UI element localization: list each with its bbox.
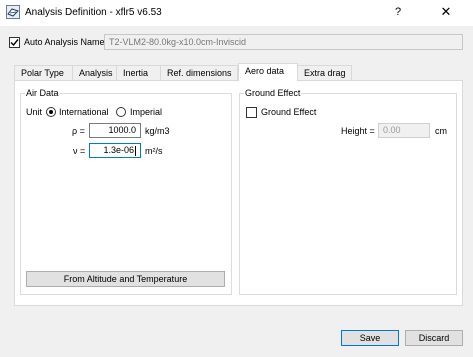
viscosity-unit: m²/s	[145, 146, 163, 156]
window-title: Analysis Definition - xflr5 v6.53	[25, 7, 162, 18]
density-input[interactable]: 1000.0	[89, 123, 141, 138]
title-bar: Analysis Definition - xflr5 v6.53 ? ✕	[0, 0, 473, 26]
tab-ref-dimensions[interactable]: Ref. dimensions	[160, 65, 238, 80]
ground-effect-title: Ground Effect	[244, 88, 302, 98]
height-unit: cm	[435, 126, 447, 136]
ground-effect-checkbox[interactable]	[246, 107, 257, 118]
app-icon	[6, 5, 20, 19]
save-button[interactable]: Save	[341, 330, 399, 346]
viscosity-symbol: ν =	[73, 146, 86, 156]
viscosity-value: 1.3e-06	[103, 145, 134, 155]
text-cursor	[135, 145, 136, 156]
tab-aero-data[interactable]: Aero data	[238, 63, 298, 81]
international-radio[interactable]	[46, 107, 56, 117]
international-label: International	[59, 107, 109, 117]
tab-extra-drag[interactable]: Extra drag	[297, 65, 352, 80]
height-input[interactable]: 0.00	[378, 123, 430, 138]
tab-polar-type[interactable]: Polar Type	[14, 65, 73, 80]
auto-analysis-label: Auto Analysis Name	[24, 37, 105, 47]
height-label: Height =	[341, 126, 375, 136]
analysis-name-field[interactable]: T2-VLM2-80.0kg-x10.0cm-Inviscid	[104, 34, 463, 50]
density-symbol: ρ =	[72, 126, 85, 136]
air-data-title: Air Data	[25, 88, 60, 98]
help-button[interactable]: ?	[390, 4, 406, 20]
checkmark-icon	[10, 39, 19, 47]
tab-analysis[interactable]: Analysis	[72, 65, 117, 80]
from-altitude-temperature-button[interactable]: From Altitude and Temperature	[26, 271, 225, 287]
discard-button[interactable]: Discard	[405, 330, 463, 346]
imperial-radio[interactable]	[116, 107, 126, 117]
auto-analysis-checkbox[interactable]	[9, 37, 20, 48]
tab-inertia[interactable]: Inertia	[116, 65, 161, 80]
close-button[interactable]: ✕	[437, 3, 455, 21]
unit-label: Unit	[26, 107, 43, 117]
imperial-label: Imperial	[130, 107, 163, 117]
ground-effect-label: Ground Effect	[261, 107, 317, 117]
density-unit: kg/m3	[145, 126, 170, 136]
viscosity-input[interactable]: 1.3e-06	[89, 143, 141, 158]
